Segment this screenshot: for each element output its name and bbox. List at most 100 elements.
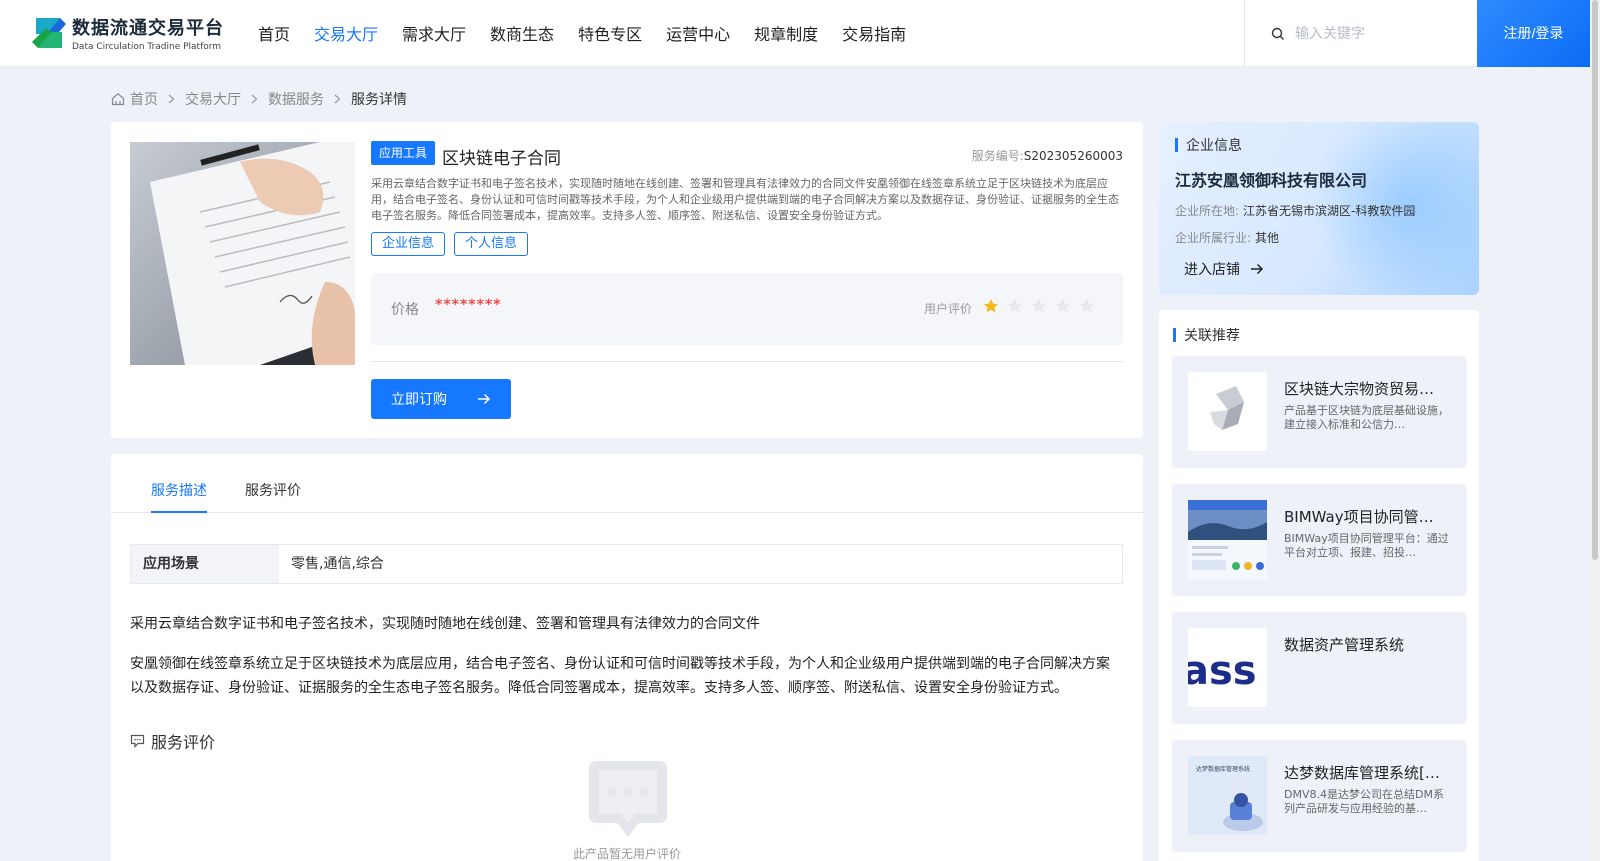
breadcrumb-home[interactable]: 首页 — [130, 89, 158, 109]
company-industry: 企业所属行业: 其他 — [1175, 229, 1279, 246]
recommend-title: 数据资产管理系统 — [1284, 636, 1405, 654]
scrollbar-thumb[interactable] — [1592, 0, 1598, 560]
logo-icon — [32, 18, 66, 48]
star-empty-icon[interactable] — [1007, 298, 1023, 314]
recommend-item[interactable]: 区块链大宗物资贸易… 产品基于区块链为底层基础设施，建立接入标准和公信力… — [1172, 356, 1467, 468]
recommend-section-title-text: 关联推荐 — [1184, 328, 1240, 344]
search-box — [1244, 0, 1477, 67]
detail-card: 服务描述 服务评价 应用场景 零售,通信,综合 采用云章结合数字证书和电子签名技… — [111, 454, 1143, 861]
main-nav: 首页 交易大厅 需求大厅 数商生态 特色专区 运营中心 规章制度 交易指南 — [246, 0, 918, 67]
dameng-cover-text: 达梦数据库管理系统 — [1196, 765, 1250, 773]
nav-guide[interactable]: 交易指南 — [830, 0, 918, 67]
description-paragraph-1: 采用云章结合数字证书和电子签名技术，实现随时随地在线创建、签署和管理具有法律效力… — [130, 616, 760, 632]
company-location-label: 企业所在地: — [1175, 204, 1240, 218]
company-industry-label: 企业所属行业: — [1175, 231, 1252, 245]
recommend-description: 产品基于区块链为底层基础设施，建立接入标准和公信力… — [1284, 404, 1449, 431]
bimway-screenshot-icon — [1188, 500, 1267, 579]
search-icon[interactable] — [1271, 27, 1285, 41]
recommend-title: 区块链大宗物资贸易… — [1284, 380, 1435, 398]
nav-demand-hall[interactable]: 需求大厅 — [390, 0, 478, 67]
recommend-description: DMV8.4是达梦公司在总结DM系列产品研发与应用经验的基… — [1284, 788, 1444, 815]
contract-signing-illustration — [130, 142, 355, 365]
blockchain-logo-icon — [1210, 386, 1244, 430]
company-name: 江苏安凰领御科技有限公司 — [1175, 171, 1368, 190]
recommend-description: BIMWay项目协同管理平台：通过平台对立项、报建、招投… — [1284, 532, 1449, 559]
recommend-section-title: 关联推荐 — [1173, 325, 1240, 345]
breadcrumb-current: 服务详情 — [351, 92, 407, 108]
section-bar — [1175, 138, 1178, 152]
recommend-thumbnail — [1188, 500, 1267, 579]
recommend-description — [1284, 660, 1452, 688]
personal-info-tag[interactable]: 个人信息 — [454, 232, 529, 256]
recommend-thumbnail — [1188, 372, 1267, 451]
nav-featured[interactable]: 特色专区 — [566, 0, 654, 67]
price-label: 价格 — [391, 302, 419, 318]
recommend-thumbnail: 达梦数据库管理系统 — [1188, 756, 1267, 835]
breadcrumb: 首页 交易大厅 数据服务 服务详情 — [111, 88, 407, 110]
ass-logo-image: ass — [1188, 648, 1257, 694]
divider — [371, 361, 1123, 362]
empty-comment-icon — [589, 761, 667, 837]
scrollbar[interactable] — [1590, 0, 1600, 861]
enter-shop-label: 进入店铺 — [1184, 262, 1240, 278]
product-description: 采用云章结合数字证书和电子签名技术，实现随时随地在线创建、签署和管理具有法律效力… — [371, 177, 1119, 222]
company-location-value: 江苏省无锡市滨湖区-科教软件园 — [1243, 204, 1416, 218]
top-header: 数据流通交易平台 Data Circulation Tradine Platfo… — [0, 0, 1590, 67]
login-button[interactable]: 注册/登录 — [1477, 0, 1590, 67]
star-filled-icon[interactable] — [983, 298, 999, 314]
recommend-card: 关联推荐 区块链大宗物资贸易… 产品基于区块链为底层基础设施，建立接入标准和公信… — [1159, 310, 1479, 861]
recommend-item[interactable]: 达梦数据库管理系统 达梦数据库管理系统[… DMV8.4是达梦公司在总结DM系列… — [1172, 740, 1467, 852]
nav-trading-hall[interactable]: 交易大厅 — [302, 0, 390, 67]
price-box: 价格 ******** 用户评价 — [371, 273, 1123, 345]
nav-ecosystem[interactable]: 数商生态 — [478, 0, 566, 67]
star-empty-icon[interactable] — [1055, 298, 1071, 314]
service-number-label: 服务编号: — [971, 149, 1024, 163]
recommend-item[interactable]: ass 数据资产管理系统 — [1172, 612, 1467, 724]
review-heading: 服务评价 — [130, 729, 215, 753]
nav-operations[interactable]: 运营中心 — [654, 0, 742, 67]
info-tags: 企业信息 个人信息 — [371, 232, 529, 256]
tab-service-review[interactable]: 服务评价 — [245, 480, 301, 513]
recommend-item[interactable]: BIMWay项目协同管… BIMWay项目协同管理平台：通过平台对立项、报建、招… — [1172, 484, 1467, 596]
arrow-right-icon — [1251, 263, 1264, 275]
chevron-right-icon — [168, 94, 175, 104]
arrow-right-icon — [478, 393, 491, 405]
company-section-title: 企业信息 — [1175, 135, 1242, 155]
enterprise-info-tag[interactable]: 企业信息 — [371, 232, 446, 256]
rating-stars — [983, 298, 1095, 314]
logo-subtitle: Data Circulation Tradine Platform — [72, 42, 222, 52]
product-title: 区块链电子合同 — [442, 149, 561, 169]
recommend-title: BIMWay项目协同管… — [1284, 508, 1434, 526]
star-empty-icon[interactable] — [1031, 298, 1047, 314]
buy-now-label: 立即订购 — [391, 392, 447, 408]
company-industry-value: 其他 — [1255, 231, 1280, 245]
recommend-title: 达梦数据库管理系统[… — [1284, 764, 1440, 782]
buy-now-button[interactable]: 立即订购 — [371, 379, 511, 419]
star-empty-icon[interactable] — [1079, 298, 1095, 314]
detail-tabs: 服务描述 服务评价 — [111, 454, 1143, 513]
product-card: 应用工具 区块链电子合同 服务编号:S202305260003 采用云章结合数字… — [111, 122, 1143, 438]
price-value: ******** — [435, 297, 502, 313]
ass-logo-text: ass — [1188, 648, 1257, 694]
breadcrumb-data-service[interactable]: 数据服务 — [268, 89, 324, 109]
review-heading-text: 服务评价 — [151, 733, 216, 752]
nav-home[interactable]: 首页 — [246, 0, 302, 67]
nav-regulations[interactable]: 规章制度 — [742, 0, 830, 67]
recommend-thumbnail: ass — [1188, 628, 1267, 707]
chevron-right-icon — [251, 94, 258, 104]
search-input[interactable] — [1295, 22, 1465, 46]
enter-shop-button[interactable]: 进入店铺 — [1184, 259, 1264, 279]
breadcrumb-trading-hall[interactable]: 交易大厅 — [185, 89, 241, 109]
service-number: 服务编号:S202305260003 — [972, 147, 1123, 164]
rating-label: 用户评价 — [924, 302, 973, 316]
tab-service-description[interactable]: 服务描述 — [151, 480, 207, 513]
company-section-title-text: 企业信息 — [1186, 138, 1242, 154]
product-image — [130, 142, 355, 365]
empty-review-text: 此产品暂无用户评价 — [572, 847, 681, 861]
home-icon — [111, 93, 125, 106]
company-location: 企业所在地: 江苏省无锡市滨湖区-科教软件园 — [1175, 202, 1415, 219]
scene-value: 零售,通信,综合 — [291, 556, 384, 572]
description-paragraph-2: 安凰领御在线签章系统立足于区块链技术为底层应用，结合电子签名、身份认证和可信时间… — [130, 656, 1110, 696]
logo[interactable]: 数据流通交易平台 Data Circulation Tradine Platfo… — [30, 14, 230, 56]
scene-key: 应用场景 — [131, 545, 279, 583]
